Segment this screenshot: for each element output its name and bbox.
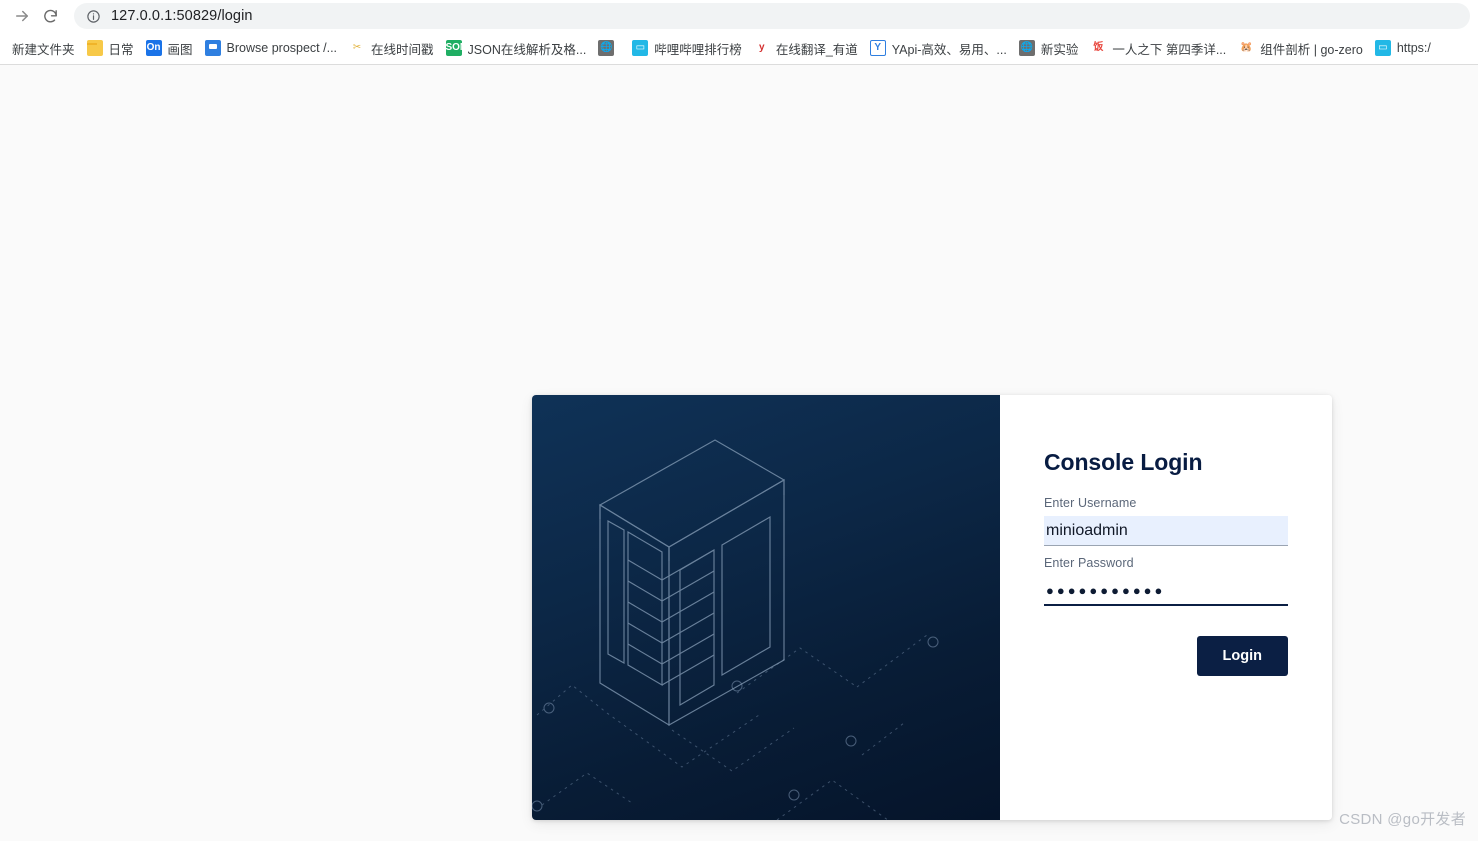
address-bar-url: 127.0.0.1:50829/login	[111, 8, 253, 24]
browser-toolbar: 127.0.0.1:50829/login	[0, 0, 1478, 32]
bookmark-item[interactable]: y 在线翻译_有道	[748, 36, 864, 60]
bookmark-label: https:/	[1396, 41, 1431, 55]
bookmark-item[interactable]: ✂ 在线时间戳	[343, 36, 440, 60]
address-bar[interactable]: 127.0.0.1:50829/login	[74, 3, 1470, 29]
login-actions: Login	[1044, 636, 1288, 676]
reload-icon[interactable]	[36, 2, 64, 30]
bookmark-label: 日常	[108, 42, 134, 57]
arrow-forward-icon[interactable]	[8, 2, 36, 30]
bookmark-item[interactable]: ▭ 哔哩哔哩排行榜	[626, 36, 748, 60]
username-label: Enter Username	[1044, 496, 1137, 510]
bookmark-item[interactable]: 🌐	[592, 36, 626, 60]
bilibili-icon: ▭	[1374, 40, 1391, 56]
bookmark-item[interactable]: Browse prospect /...	[199, 36, 343, 60]
bookmark-item[interactable]: 新建文件夹	[6, 36, 81, 60]
password-field-group: Enter Password ●●●●●●●●●●●	[1044, 556, 1288, 606]
bilibili-icon: ▭	[632, 40, 649, 56]
password-label: Enter Password	[1044, 556, 1134, 570]
login-button[interactable]: Login	[1196, 636, 1288, 676]
bookmark-item[interactable]: On 画图	[140, 36, 199, 60]
youdao-icon: y	[759, 42, 765, 53]
bookmark-item[interactable]: 🐹 组件剖析 | go-zero	[1232, 36, 1369, 60]
bookmark-label: 在线翻译_有道	[775, 42, 858, 57]
username-input[interactable]: minioadmin	[1044, 516, 1288, 546]
tools-icon: ✂	[352, 42, 362, 53]
isometric-server-rack-illustration	[532, 395, 1000, 820]
page-viewport: Console Login Enter Username minioadmin …	[0, 65, 1478, 841]
bookmark-item[interactable]: ▭ https:/	[1369, 36, 1437, 60]
on-icon: On	[145, 40, 162, 56]
shield-icon	[204, 40, 221, 56]
bookmark-item[interactable]: Y YApi-高效、易用、...	[864, 36, 1013, 60]
globe-icon: 🌐	[1018, 40, 1035, 56]
login-card: Console Login Enter Username minioadmin …	[532, 395, 1332, 820]
bookmark-label: 新建文件夹	[12, 42, 75, 57]
bookmark-label: 画图	[167, 42, 193, 57]
bookmark-label: 在线时间戳	[371, 42, 434, 57]
browser-chrome: 127.0.0.1:50829/login 新建文件夹 日常 On 画图 Bro…	[0, 0, 1478, 65]
bookmark-item[interactable]: JSON JSON在线解析及格...	[440, 36, 593, 60]
bookmark-label: 新实验	[1040, 42, 1079, 57]
bookmark-label: YApi-高效、易用、...	[891, 42, 1007, 57]
bookmark-label: 一人之下 第四季详...	[1112, 42, 1227, 57]
password-input[interactable]: ●●●●●●●●●●●	[1044, 576, 1288, 606]
globe-icon: 🌐	[598, 40, 615, 56]
bookmark-label: JSON在线解析及格...	[467, 42, 587, 57]
info-circle-icon[interactable]	[86, 9, 101, 24]
page-title: Console Login	[1044, 449, 1203, 475]
fan-icon: 饭	[1090, 40, 1107, 56]
login-form: Console Login Enter Username minioadmin …	[1000, 395, 1332, 820]
bookmark-item[interactable]: 日常	[81, 36, 140, 60]
bookmarks-bar: 新建文件夹 日常 On 画图 Browse prospect /... ✂ 在线…	[0, 32, 1478, 64]
bookmark-label: Browse prospect /...	[226, 41, 338, 55]
yapi-icon: Y	[869, 40, 886, 56]
bookmark-item[interactable]: 🌐 新实验	[1013, 36, 1085, 60]
gopher-icon: 🐹	[1240, 42, 1253, 53]
folder-icon	[86, 40, 103, 56]
bookmark-item[interactable]: 饭 一人之下 第四季详...	[1084, 36, 1232, 60]
username-field-group: Enter Username minioadmin	[1044, 496, 1288, 546]
json-icon: JSON	[445, 40, 462, 56]
bookmark-label: 组件剖析 | go-zero	[1260, 42, 1363, 57]
bookmark-label: 哔哩哔哩排行榜	[654, 42, 742, 57]
watermark: CSDN @go开发者	[1339, 811, 1466, 828]
